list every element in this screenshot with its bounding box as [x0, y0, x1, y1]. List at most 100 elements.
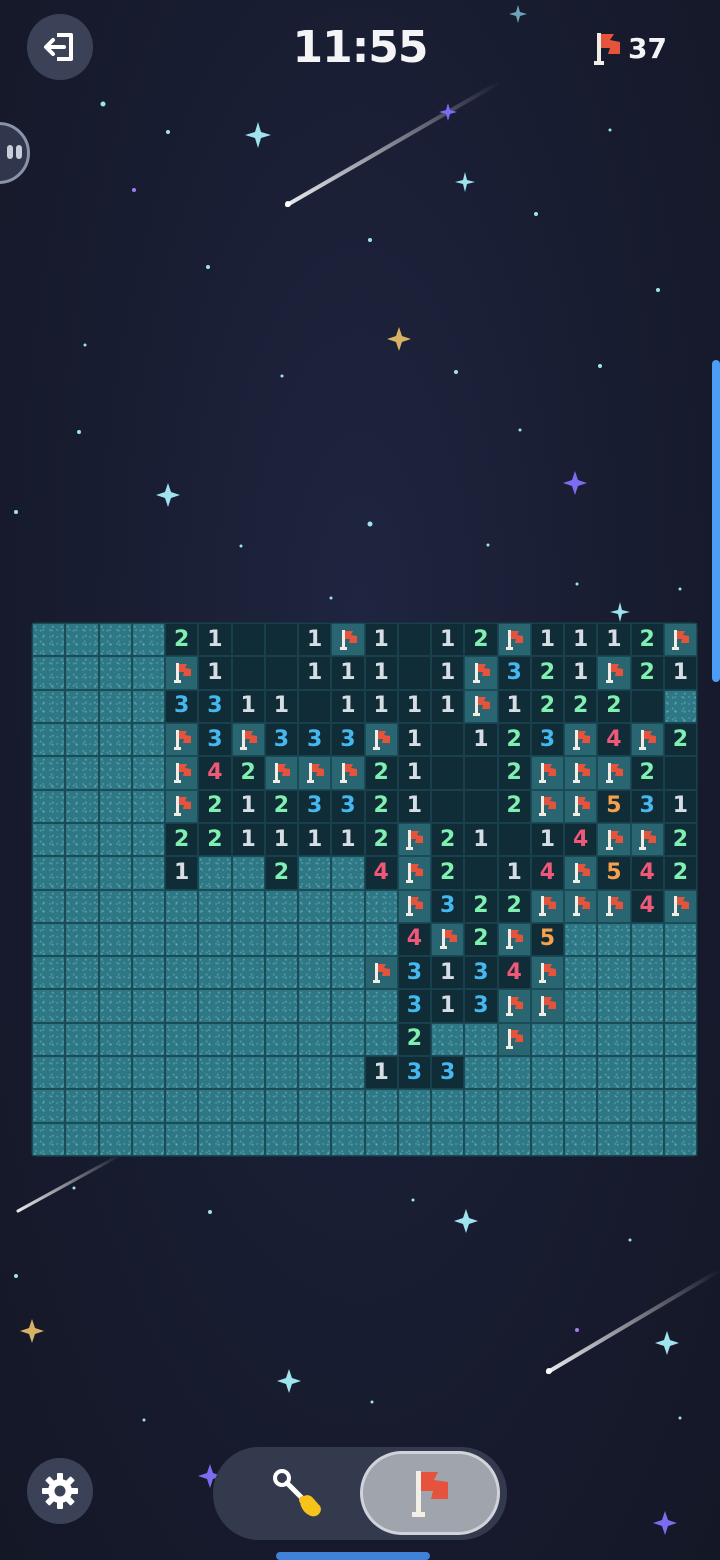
- covered-cell[interactable]: [264, 1089, 298, 1123]
- covered-cell[interactable]: [331, 956, 365, 990]
- covered-cell[interactable]: [264, 1122, 298, 1156]
- covered-cell[interactable]: [264, 889, 298, 923]
- covered-cell[interactable]: [663, 1056, 697, 1090]
- covered-cell[interactable]: [264, 1056, 298, 1090]
- empty-cell[interactable]: [431, 756, 465, 790]
- number-cell[interactable]: 4: [364, 856, 398, 890]
- number-cell[interactable]: 1: [564, 656, 598, 690]
- number-cell[interactable]: 3: [264, 722, 298, 757]
- number-cell[interactable]: 3: [165, 689, 199, 723]
- covered-cell[interactable]: [131, 922, 165, 957]
- number-cell[interactable]: 3: [431, 889, 465, 923]
- covered-cell[interactable]: [32, 1056, 66, 1090]
- flagged-cell[interactable]: [364, 956, 398, 990]
- covered-cell[interactable]: [663, 689, 697, 723]
- covered-cell[interactable]: [497, 1056, 531, 1090]
- covered-cell[interactable]: [231, 856, 265, 890]
- covered-cell[interactable]: [431, 1089, 465, 1123]
- number-cell[interactable]: 2: [397, 1022, 431, 1057]
- number-cell[interactable]: 1: [198, 623, 232, 657]
- number-cell[interactable]: 2: [663, 856, 697, 890]
- flagged-cell[interactable]: [530, 789, 564, 823]
- flag-mode-button[interactable]: [360, 1451, 500, 1535]
- flagged-cell[interactable]: [564, 789, 598, 823]
- flagged-cell[interactable]: [331, 756, 365, 790]
- covered-cell[interactable]: [98, 689, 132, 723]
- number-cell[interactable]: 1: [198, 656, 232, 690]
- covered-cell[interactable]: [165, 1089, 199, 1123]
- covered-cell[interactable]: [32, 722, 66, 757]
- covered-cell[interactable]: [65, 789, 99, 823]
- covered-cell[interactable]: [630, 956, 664, 990]
- covered-cell[interactable]: [364, 889, 398, 923]
- covered-cell[interactable]: [65, 956, 99, 990]
- flagged-cell[interactable]: [530, 989, 564, 1023]
- covered-cell[interactable]: [32, 889, 66, 923]
- exit-button[interactable]: [27, 14, 93, 80]
- covered-cell[interactable]: [98, 989, 132, 1023]
- flagged-cell[interactable]: [564, 889, 598, 923]
- number-cell[interactable]: 1: [431, 656, 465, 690]
- flagged-cell[interactable]: [597, 756, 631, 790]
- flagged-cell[interactable]: [564, 756, 598, 790]
- covered-cell[interactable]: [98, 789, 132, 823]
- number-cell[interactable]: 1: [431, 623, 465, 657]
- covered-cell[interactable]: [630, 1022, 664, 1057]
- number-cell[interactable]: 1: [331, 689, 365, 723]
- number-cell[interactable]: 1: [364, 1056, 398, 1090]
- number-cell[interactable]: 1: [597, 623, 631, 657]
- covered-cell[interactable]: [198, 922, 232, 957]
- covered-cell[interactable]: [663, 1089, 697, 1123]
- covered-cell[interactable]: [663, 956, 697, 990]
- number-cell[interactable]: 3: [464, 989, 498, 1023]
- covered-cell[interactable]: [331, 1089, 365, 1123]
- flagged-cell[interactable]: [264, 756, 298, 790]
- number-cell[interactable]: 2: [464, 889, 498, 923]
- empty-cell[interactable]: [397, 623, 431, 657]
- covered-cell[interactable]: [98, 656, 132, 690]
- covered-cell[interactable]: [98, 1089, 132, 1123]
- empty-cell[interactable]: [397, 656, 431, 690]
- covered-cell[interactable]: [331, 856, 365, 890]
- covered-cell[interactable]: [32, 1022, 66, 1057]
- flagged-cell[interactable]: [597, 822, 631, 857]
- covered-cell[interactable]: [298, 1056, 332, 1090]
- flagged-cell[interactable]: [564, 722, 598, 757]
- number-cell[interactable]: 3: [530, 722, 564, 757]
- number-cell[interactable]: 3: [198, 689, 232, 723]
- number-cell[interactable]: 2: [464, 623, 498, 657]
- covered-cell[interactable]: [298, 1122, 332, 1156]
- flagged-cell[interactable]: [497, 623, 531, 657]
- number-cell[interactable]: 2: [630, 756, 664, 790]
- empty-cell[interactable]: [431, 789, 465, 823]
- covered-cell[interactable]: [65, 689, 99, 723]
- flagged-cell[interactable]: [231, 722, 265, 757]
- number-cell[interactable]: 3: [397, 956, 431, 990]
- covered-cell[interactable]: [131, 1122, 165, 1156]
- number-cell[interactable]: 1: [231, 789, 265, 823]
- number-cell[interactable]: 4: [630, 889, 664, 923]
- number-cell[interactable]: 4: [497, 956, 531, 990]
- covered-cell[interactable]: [131, 1022, 165, 1057]
- empty-cell[interactable]: [464, 756, 498, 790]
- covered-cell[interactable]: [231, 1022, 265, 1057]
- flagged-cell[interactable]: [165, 722, 199, 757]
- number-cell[interactable]: 3: [331, 789, 365, 823]
- covered-cell[interactable]: [331, 1122, 365, 1156]
- covered-cell[interactable]: [630, 1089, 664, 1123]
- number-cell[interactable]: 1: [397, 789, 431, 823]
- covered-cell[interactable]: [198, 989, 232, 1023]
- number-cell[interactable]: 1: [530, 822, 564, 857]
- covered-cell[interactable]: [331, 889, 365, 923]
- number-cell[interactable]: 2: [530, 656, 564, 690]
- number-cell[interactable]: 2: [364, 789, 398, 823]
- covered-cell[interactable]: [464, 1089, 498, 1123]
- number-cell[interactable]: 1: [364, 623, 398, 657]
- covered-cell[interactable]: [131, 956, 165, 990]
- number-cell[interactable]: 3: [198, 722, 232, 757]
- number-cell[interactable]: 1: [464, 822, 498, 857]
- covered-cell[interactable]: [564, 1089, 598, 1123]
- covered-cell[interactable]: [663, 922, 697, 957]
- number-cell[interactable]: 1: [431, 989, 465, 1023]
- covered-cell[interactable]: [32, 1122, 66, 1156]
